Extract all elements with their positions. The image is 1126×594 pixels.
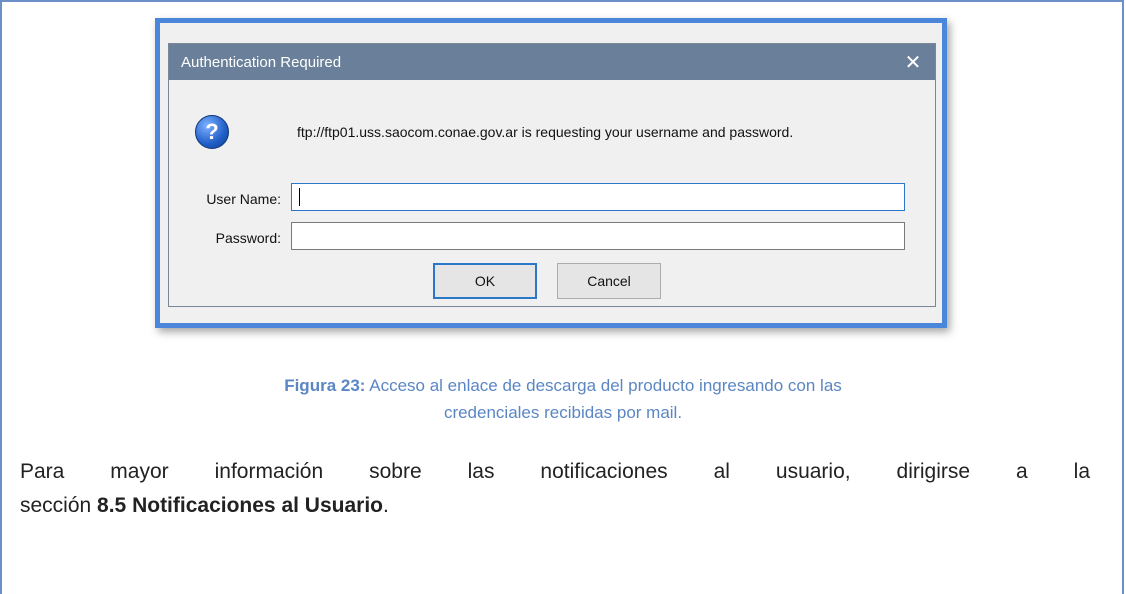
figure-caption: Figura 23: Acceso al enlace de descarga …: [0, 372, 1126, 426]
dialog-titlebar: Authentication Required ✕: [169, 44, 935, 80]
dialog-message: ftp://ftp01.uss.saocom.conae.gov.ar is r…: [297, 124, 794, 140]
password-label: Password:: [215, 230, 281, 246]
text-caret: [299, 188, 300, 206]
auth-dialog: Authentication Required ✕ ? ftp://ftp01.…: [168, 43, 936, 307]
close-icon[interactable]: ✕: [891, 44, 935, 80]
username-input[interactable]: [291, 183, 905, 211]
cancel-button[interactable]: Cancel: [557, 263, 661, 299]
screenshot-frame: Authentication Required ✕ ? ftp://ftp01.…: [155, 18, 947, 328]
paragraph-line-1: Para mayor información sobre las notific…: [20, 460, 1090, 483]
paragraph-suffix: .: [382, 494, 389, 517]
question-icon: ?: [195, 115, 229, 149]
figure-label: Figura 23:: [284, 376, 366, 395]
caption-line-2: credenciales recibidas por mail.: [443, 403, 683, 422]
username-label: User Name:: [206, 191, 281, 207]
section-reference: 8.5 Notificaciones al Usuario: [97, 494, 383, 517]
dialog-title: Authentication Required: [181, 53, 342, 71]
paragraph-line-2: sección 8.5 Notificaciones al Usuario.: [20, 494, 389, 517]
caption-text-1: Acceso al enlace de descarga del product…: [365, 376, 842, 395]
password-input[interactable]: [291, 222, 905, 250]
ok-button[interactable]: OK: [433, 263, 537, 299]
paragraph-prefix: sección: [20, 494, 98, 517]
body-paragraph: Para mayor información sobre las notific…: [20, 455, 1090, 523]
caption-line-1: Figura 23: Acceso al enlace de descarga …: [0, 372, 1126, 399]
